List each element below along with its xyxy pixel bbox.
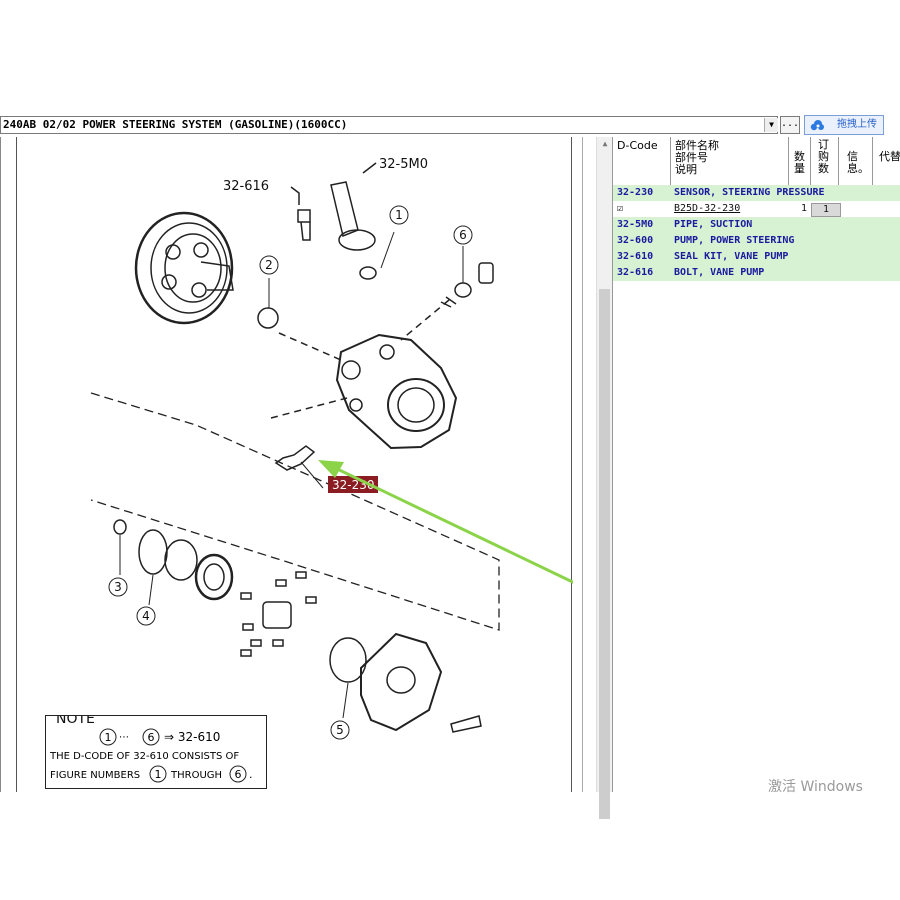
- parts-diagram-panel[interactable]: 1 2 6 3 4 5 32-616 32-5M0 32-230 NOTE 1 …: [16, 137, 573, 792]
- diagram-path-combobox[interactable]: 240AB 02/02 POWER STEERING SYSTEM (GASOL…: [0, 116, 778, 134]
- bolt-32-616-part[interactable]: [290, 186, 311, 241]
- callout-1[interactable]: 1: [389, 205, 409, 225]
- column-dcode[interactable]: D-Code: [613, 137, 671, 185]
- svg-text:.: .: [249, 768, 253, 781]
- svg-text:1: 1: [155, 768, 162, 781]
- callout-2[interactable]: 2: [259, 255, 279, 275]
- svg-text:6: 6: [148, 731, 155, 744]
- svg-text:⋯: ⋯: [119, 732, 129, 743]
- svg-text:5: 5: [336, 723, 344, 737]
- svg-text:THROUGH: THROUGH: [170, 770, 222, 781]
- callout-5[interactable]: 5: [330, 720, 350, 740]
- callout-6[interactable]: 6: [453, 225, 473, 245]
- note-title: NOTE: [56, 716, 95, 727]
- svg-text:2: 2: [265, 258, 273, 272]
- note-box: NOTE 1 ⋯ 6 ⇒ 32-610 THE D-CODE OF 32-610…: [45, 715, 267, 789]
- svg-text:4: 4: [142, 609, 150, 623]
- drag-upload-button[interactable]: 拖拽上传: [804, 115, 884, 135]
- cloud-upload-icon: [810, 120, 824, 131]
- combobox-dropdown-icon[interactable]: ▼: [764, 118, 778, 132]
- note-content: NOTE 1 ⋯ 6 ⇒ 32-610 THE D-CODE OF 32-610…: [49, 716, 253, 783]
- column-order-qty[interactable]: 订购数: [811, 137, 839, 185]
- pressure-sensor-part[interactable]: [274, 445, 324, 489]
- callout-3[interactable]: 3: [108, 577, 128, 597]
- table-row[interactable]: 32-616 BOLT, VANE PUMP: [613, 265, 900, 281]
- column-qty[interactable]: 数量: [789, 137, 811, 185]
- suction-pipe-part[interactable]: [330, 162, 377, 251]
- column-replace[interactable]: 代替: [873, 137, 900, 185]
- browse-button[interactable]: ...: [780, 116, 800, 134]
- callout-4[interactable]: 4: [136, 606, 156, 626]
- svg-text:1: 1: [105, 731, 112, 744]
- qty-value: 1: [801, 203, 808, 214]
- parts-list-grid[interactable]: D-Code 部件名称 部件号 说明 数量 订购数 信息。 代替 32-230 …: [612, 137, 900, 792]
- note-line-2: THE D-CODE OF 32-610 CONSISTS OF: [49, 751, 239, 762]
- svg-text:3: 3: [114, 580, 122, 594]
- row-checkbox-icon[interactable]: ☑: [617, 201, 623, 217]
- svg-text:1: 1: [395, 208, 403, 222]
- callout-32-616[interactable]: 32-616: [223, 179, 269, 194]
- detail-row[interactable]: ☑ B25D-32-230 1 1: [613, 201, 900, 217]
- scrollbar-thumb[interactable]: [599, 289, 610, 819]
- svg-text:FIGURE NUMBERS: FIGURE NUMBERS: [50, 770, 140, 781]
- svg-text:⇒ 32-610: ⇒ 32-610: [164, 730, 220, 744]
- svg-text:6: 6: [459, 228, 467, 242]
- column-part-name[interactable]: 部件名称 部件号 说明: [671, 137, 789, 185]
- cam-ring-part[interactable]: [164, 539, 234, 601]
- column-info[interactable]: 信息。: [839, 137, 873, 185]
- upload-label: 拖拽上传: [837, 119, 877, 130]
- diagram-scrollbar[interactable]: ▲: [596, 137, 613, 819]
- activate-windows-watermark: 激活 Windows: [768, 779, 863, 795]
- callout-32-5m0[interactable]: 32-5M0: [379, 157, 428, 172]
- rotor-part[interactable]: [240, 571, 317, 657]
- table-row[interactable]: 32-610 SEAL KIT, VANE PUMP: [613, 249, 900, 265]
- grid-header: D-Code 部件名称 部件号 说明 数量 订购数 信息。 代替: [613, 137, 900, 186]
- table-row[interactable]: 32-5M0 PIPE, SUCTION: [613, 217, 900, 233]
- pulley-part[interactable]: [134, 211, 234, 325]
- window-edge: [0, 137, 1, 792]
- rear-cover-part[interactable]: [360, 632, 443, 732]
- table-row[interactable]: 32-600 PUMP, POWER STEERING: [613, 233, 900, 249]
- pump-body-part[interactable]: [335, 333, 458, 450]
- exploded-diagram[interactable]: 1 2 6 3 4 5 32-616 32-5M0 32-230: [17, 137, 573, 792]
- scroll-up-icon[interactable]: ▲: [597, 137, 613, 151]
- panel-divider[interactable]: [582, 137, 583, 792]
- order-qty-input[interactable]: 1: [811, 203, 841, 217]
- svg-text:6: 6: [235, 768, 242, 781]
- part-number: B25D-32-230: [674, 203, 741, 214]
- table-row[interactable]: 32-230 SENSOR, STEERING PRESSURE: [613, 185, 900, 201]
